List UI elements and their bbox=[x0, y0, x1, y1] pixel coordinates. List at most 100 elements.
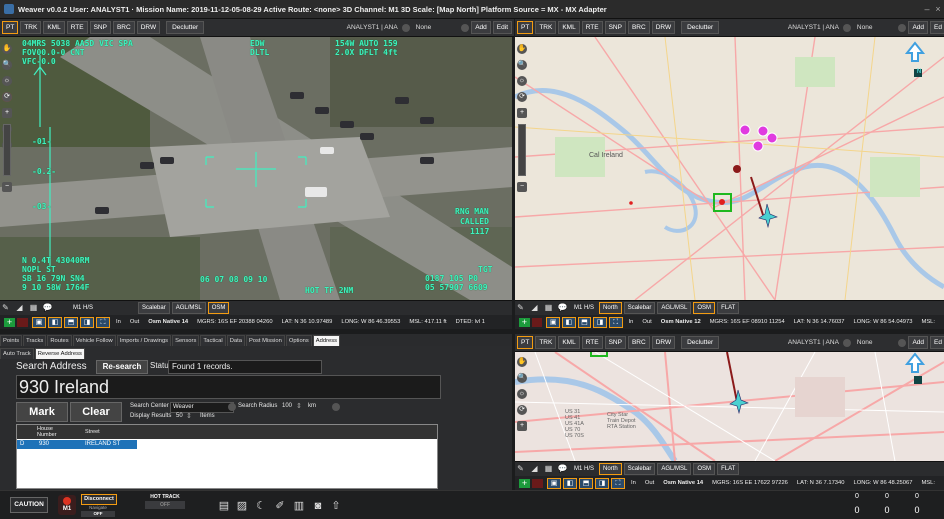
hot-track-toggle[interactable]: OFF bbox=[145, 501, 185, 509]
zoom-out-icon[interactable]: − bbox=[2, 182, 12, 192]
chevron-down-icon[interactable] bbox=[898, 338, 907, 347]
zoom-icon[interactable]: 🔍 bbox=[517, 373, 527, 383]
analyst-select[interactable]: ANALYST1 | ANA bbox=[784, 22, 843, 33]
tab-options[interactable]: Options bbox=[285, 335, 312, 346]
brightness-icon[interactable]: ☼ bbox=[517, 76, 527, 86]
brc-button[interactable]: BRC bbox=[627, 336, 650, 349]
table-row[interactable]: D 930 IRELAND ST bbox=[17, 440, 137, 449]
zoom-in-button[interactable]: In bbox=[116, 319, 121, 325]
zoom-in-icon[interactable]: + bbox=[2, 108, 12, 118]
zoom-in-button[interactable]: In bbox=[629, 319, 634, 325]
clear-button[interactable]: Clear bbox=[70, 402, 122, 422]
scalebar-button[interactable]: Scalebar bbox=[623, 302, 656, 314]
tab-vehicle-follow[interactable]: Vehicle Follow bbox=[72, 335, 116, 346]
tab-routes[interactable]: Routes bbox=[47, 335, 72, 346]
chat-icon[interactable]: 💬 bbox=[557, 464, 568, 474]
pan-icon[interactable]: ✋ bbox=[2, 44, 12, 54]
layout-single-icon[interactable]: ▣ bbox=[32, 316, 46, 328]
add-icon[interactable]: + bbox=[519, 317, 530, 327]
declutter-button[interactable]: Declutter bbox=[681, 336, 720, 349]
column-street[interactable]: Street bbox=[85, 429, 100, 435]
zoom-in-button[interactable]: In bbox=[631, 480, 636, 486]
scalebar-button[interactable]: Scalebar bbox=[623, 463, 656, 475]
tab-auto-track[interactable]: Auto Track bbox=[0, 348, 34, 359]
layout-right-icon[interactable]: ◨ bbox=[595, 477, 609, 489]
flat-button[interactable]: FLAT bbox=[717, 463, 740, 475]
zoom-out-button[interactable]: Out bbox=[645, 480, 654, 486]
layout-right-icon[interactable]: ◨ bbox=[80, 316, 94, 328]
grid-icon[interactable]: ▦ bbox=[28, 303, 39, 313]
rotate-icon[interactable]: ⟳ bbox=[2, 92, 12, 102]
chevron-down-icon[interactable] bbox=[401, 23, 410, 32]
mh-toggle[interactable]: M1 H/S bbox=[571, 464, 597, 474]
display-results-input[interactable]: 50 bbox=[176, 413, 183, 419]
edit-button[interactable]: Edit bbox=[492, 21, 512, 34]
remove-icon[interactable] bbox=[17, 317, 28, 327]
counter-value-2[interactable]: 0 bbox=[880, 505, 894, 515]
snp-button[interactable]: SNP bbox=[604, 336, 626, 349]
drw-button[interactable]: DRW bbox=[136, 21, 161, 34]
zoom-out-button[interactable]: Out bbox=[130, 319, 139, 325]
snp-button[interactable]: SNP bbox=[89, 21, 111, 34]
tab-post-mission[interactable]: Post Mission bbox=[245, 335, 285, 346]
north-button[interactable]: North bbox=[599, 302, 622, 314]
zoom-icon[interactable]: 🔍 bbox=[517, 60, 527, 70]
research-button[interactable]: Re-search bbox=[96, 360, 148, 374]
close-icon[interactable]: × bbox=[933, 4, 943, 14]
image-icon[interactable]: ▨ bbox=[236, 500, 248, 512]
map2-view[interactable]: US 31 US 41 US 41A US 70 US 70S City Sta… bbox=[515, 352, 944, 461]
chat-icon[interactable]: 💬 bbox=[42, 303, 53, 313]
osm-button[interactable]: OSM bbox=[693, 302, 716, 314]
mh-toggle[interactable]: M1 H/S bbox=[571, 303, 597, 313]
measure-icon[interactable]: ◢ bbox=[529, 303, 540, 313]
layout-top-icon[interactable]: ⬒ bbox=[577, 316, 592, 328]
brc-button[interactable]: BRC bbox=[627, 21, 650, 34]
navigate-toggle[interactable]: OFF bbox=[81, 511, 115, 517]
tab-sensors[interactable]: Sensors bbox=[172, 335, 200, 346]
declutter-button[interactable]: Declutter bbox=[681, 21, 720, 34]
measure-icon[interactable]: ◢ bbox=[529, 464, 540, 474]
caution-button[interactable]: CAUTION bbox=[10, 497, 48, 513]
arrow-up-icon[interactable]: ⇧ bbox=[330, 500, 342, 512]
zoom-slider[interactable] bbox=[3, 124, 11, 176]
layout-split-icon[interactable]: ◧ bbox=[563, 477, 577, 489]
zoom-in-icon[interactable]: + bbox=[517, 108, 527, 118]
zoom-icon[interactable]: 🔍 bbox=[2, 60, 12, 70]
zoom-slider[interactable] bbox=[518, 124, 526, 176]
rte-button[interactable]: RTE bbox=[581, 336, 603, 349]
map1-view[interactable]: Cal Ireland N ✋ 🔍 ☼ ⟳ + − bbox=[515, 37, 944, 300]
flat-button[interactable]: FLAT bbox=[717, 302, 740, 314]
layout-split-icon[interactable]: ◧ bbox=[561, 316, 576, 328]
radius-unit-select[interactable]: km bbox=[308, 403, 316, 409]
pen-icon[interactable]: ✎ bbox=[515, 464, 526, 474]
grid-icon[interactable]: ▦ bbox=[543, 464, 554, 474]
declutter-button[interactable]: Declutter bbox=[166, 21, 205, 34]
moon-icon[interactable]: ☾ bbox=[255, 500, 267, 512]
drw-button[interactable]: DRW bbox=[651, 336, 676, 349]
chevron-down-icon[interactable] bbox=[461, 23, 470, 32]
filter-select[interactable]: None bbox=[853, 22, 877, 33]
radius-spinner-icon[interactable]: ⇕ bbox=[296, 402, 302, 410]
address-result-field[interactable]: 930 Ireland bbox=[16, 375, 441, 399]
layout-split-icon[interactable]: ◧ bbox=[48, 316, 62, 328]
search-radius-input[interactable]: 100 bbox=[282, 403, 292, 409]
tag-icon[interactable]: ✐ bbox=[274, 500, 286, 512]
remove-icon[interactable] bbox=[532, 478, 543, 488]
layout-top-icon[interactable]: ⬒ bbox=[579, 477, 593, 489]
osm-button[interactable]: OSM bbox=[207, 302, 230, 314]
tab-reverse-address[interactable]: Reverse Address bbox=[34, 348, 85, 359]
drw-button[interactable]: DRW bbox=[651, 21, 676, 34]
tab-points[interactable]: Points bbox=[0, 335, 23, 346]
counter-value-3[interactable]: 0 bbox=[910, 505, 924, 515]
edit-button[interactable]: Ed bbox=[930, 21, 944, 34]
agl-msl-button[interactable]: AGL/MSL bbox=[657, 302, 692, 314]
measure-icon[interactable]: ◢ bbox=[14, 303, 25, 313]
minimize-icon[interactable]: – bbox=[922, 4, 932, 14]
kml-button[interactable]: KML bbox=[558, 336, 580, 349]
disconnect-button[interactable]: Disconnect bbox=[81, 494, 117, 505]
chevron-down-icon[interactable] bbox=[228, 403, 236, 411]
agl-msl-button[interactable]: AGL/MSL bbox=[657, 463, 692, 475]
m1-indicator[interactable]: M1 bbox=[58, 495, 76, 515]
analyst-select[interactable]: ANALYST1 | ANA bbox=[784, 337, 843, 348]
rotate-icon[interactable]: ⟳ bbox=[517, 405, 527, 415]
